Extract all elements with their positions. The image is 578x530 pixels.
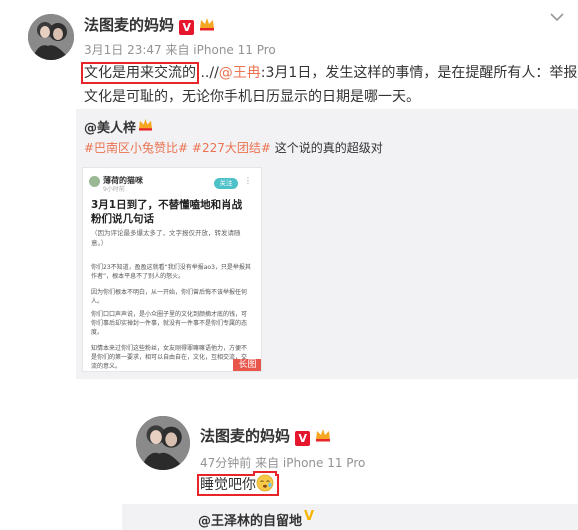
post2-repost-user[interactable]: @王泽林的自留地 bbox=[198, 510, 302, 529]
post1-mention-link[interactable]: @王冉 bbox=[219, 65, 261, 81]
post2-user-line: 法图麦的妈妈 V bbox=[200, 425, 331, 446]
card-para-4: 知情本来过你们这些粉丝，女友刚得罪嘛嘛语他力，方便不是你们的第一要求，相可以自由… bbox=[91, 345, 248, 370]
chevron-down-icon[interactable] bbox=[550, 10, 564, 26]
post2-text: 睡觉吧你 bbox=[200, 477, 256, 493]
card-para-3: 你们口口声声说，是小众圈子里的文化到颜摘才底的钱，可你们事后却实禅封一件事，就没… bbox=[91, 311, 248, 336]
card-follow-button: 关注 bbox=[214, 178, 238, 189]
sleepy-face-emoji-icon bbox=[256, 474, 274, 492]
post1-user-line: 法图麦的妈妈 V bbox=[84, 14, 215, 35]
card-para-1: 你们23不知道，盈盈这就看“我们没有举报ao3，只是举报其作者”，根本平息不了别… bbox=[91, 264, 251, 280]
repost-image[interactable]: 薄荷的猫咪 9小时前 关注 ⋮ 3月1日到了，不替懂嗑地和肖战粉们说几句话 （因… bbox=[82, 167, 262, 372]
post2-repost-box: @王泽林的自留地 V bbox=[122, 504, 578, 530]
post1-meta: 3月1日 23:47 来自 iPhone 11 Pro bbox=[84, 43, 276, 57]
card-para-2: 因为你们根本不明白，从一开始，你们曾后悔不该举报任何人。 bbox=[91, 289, 248, 305]
crown-icon bbox=[200, 18, 215, 31]
card-header-sub: 9小时前 bbox=[103, 186, 125, 193]
post2-boxed-text: 睡觉吧你 bbox=[197, 474, 279, 496]
post1-body: 文化是用来交流的...//@王冉:3月1日，发生这样的事情，是在提醒所有人：举报… bbox=[81, 61, 577, 109]
crown-icon bbox=[139, 118, 152, 131]
post1-avatar[interactable] bbox=[28, 14, 74, 60]
repost-username[interactable]: @美人梓 bbox=[84, 117, 136, 136]
verified-v-icon: V bbox=[295, 431, 311, 446]
long-image-badge: 长图 bbox=[233, 359, 261, 371]
post2-username[interactable]: 法图麦的妈妈 bbox=[200, 427, 290, 445]
post1-line2: 文化是可耻的，无论你手机日历显示的日期是哪一天。 bbox=[84, 89, 420, 105]
post1-repost-box: @美人梓 #巴南区小兔赞比# #227大团结# 这个说的真的超级对 薄荷的猫咪 … bbox=[76, 109, 578, 379]
card-avatar bbox=[89, 176, 100, 187]
post1-username[interactable]: 法图麦的妈妈 bbox=[84, 16, 174, 34]
post2-avatar[interactable] bbox=[136, 416, 190, 470]
post1-separator: ...// bbox=[196, 65, 219, 81]
verified-v-icon: V bbox=[179, 20, 195, 35]
repost-text: 这个说的真的超级对 bbox=[270, 141, 383, 155]
post2-meta: 47分钟前 来自 iPhone 11 Pro bbox=[200, 456, 366, 470]
gold-v-icon: V bbox=[304, 509, 315, 524]
card-more-icon: ⋮ bbox=[244, 176, 252, 185]
post1-boxed-text: 文化是用来交流的 bbox=[81, 62, 199, 84]
post2-body: 睡觉吧你 bbox=[197, 473, 279, 497]
repost-hashtags[interactable]: #巴南区小兔赞比# #227大团结# bbox=[84, 141, 271, 155]
card-note: （因为评论最多爆太多了，文字报仅开放，转发请随意。） bbox=[91, 229, 241, 247]
repost-text-line: #巴南区小兔赞比# #227大团结# 这个说的真的超级对 bbox=[84, 139, 383, 156]
card-title: 3月1日到了，不替懂嗑地和肖战粉们说几句话 bbox=[91, 199, 243, 225]
crown-icon bbox=[316, 429, 331, 442]
post1-text-rest: :3月1日，发生这样的事情，是在提醒所有人：举报 bbox=[260, 65, 578, 81]
post1-line1: 文化是用来交流的...//@王冉:3月1日，发生这样的事情，是在提醒所有人：举报 bbox=[81, 61, 577, 85]
